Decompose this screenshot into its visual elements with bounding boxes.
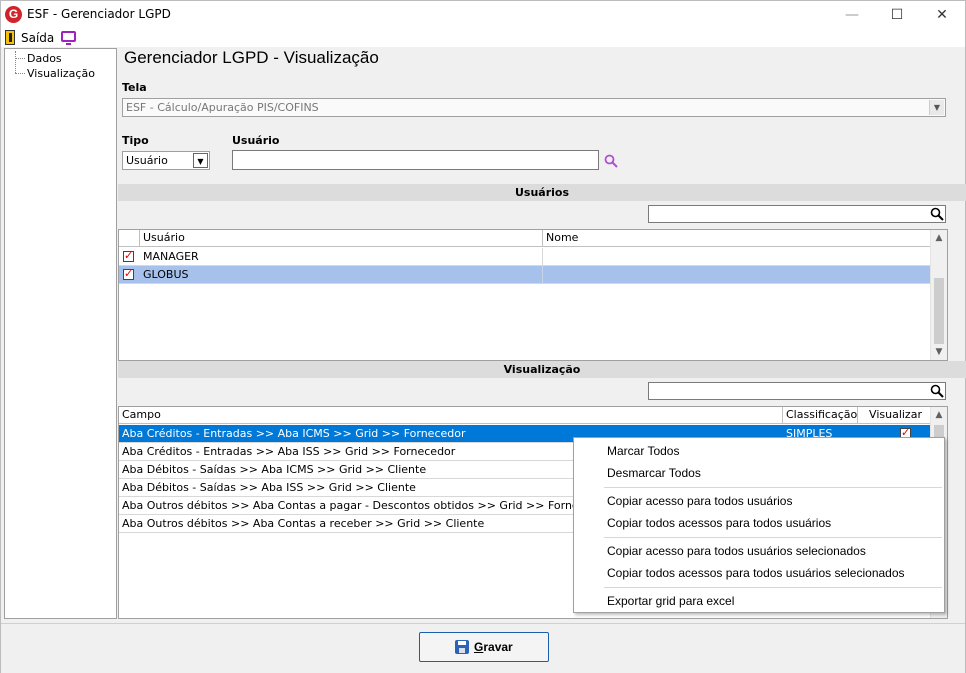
tipo-select[interactable]: Usuário ▼ xyxy=(122,151,210,170)
usuarios-grid-header: Usuário Nome xyxy=(119,230,947,247)
chevron-down-icon[interactable]: ▼ xyxy=(929,100,944,115)
row-checkbox[interactable] xyxy=(123,267,134,280)
app-window: G ESF - Gerenciador LGPD — ☐ ✕ Saída Dad… xyxy=(0,0,966,673)
context-menu: Marcar Todos Desmarcar Todos Copiar aces… xyxy=(573,437,945,613)
usuarios-vertical-scrollbar[interactable]: ▲ ▼ xyxy=(930,230,947,360)
row-checkbox[interactable] xyxy=(123,249,134,262)
menu-bar: Saída xyxy=(1,29,965,47)
exit-door-icon[interactable] xyxy=(5,30,15,45)
save-button-label: Gravar xyxy=(474,640,513,654)
visualizacao-grid-header: Campo Classificação Visualizar xyxy=(119,407,947,424)
scroll-up-icon[interactable]: ▲ xyxy=(931,407,947,423)
tipo-select-value: Usuário xyxy=(126,154,168,167)
table-row-selected[interactable]: GLOBUS xyxy=(119,266,931,284)
menu-separator xyxy=(604,487,942,488)
visualizacao-section-header: Visualização xyxy=(118,361,966,378)
tree-connector-line xyxy=(15,73,25,74)
tela-select-value: ESF - Cálculo/Apuração PIS/COFINS xyxy=(126,101,319,114)
column-header-classificacao[interactable]: Classificação xyxy=(783,407,858,424)
footer-bar: Gravar xyxy=(1,623,965,673)
column-header-campo[interactable]: Campo xyxy=(119,407,783,424)
menu-item-marcar-todos[interactable]: Marcar Todos xyxy=(607,444,679,458)
floppy-disk-icon xyxy=(455,640,469,654)
tree-item-visualizacao[interactable]: Visualização xyxy=(27,67,95,80)
tree-connector-line xyxy=(15,58,25,59)
scroll-up-icon[interactable]: ▲ xyxy=(931,230,947,246)
navigation-tree: Dados Visualização xyxy=(4,48,117,619)
scroll-down-icon[interactable]: ▼ xyxy=(931,344,947,360)
tree-item-dados[interactable]: Dados xyxy=(27,52,62,65)
tipo-label: Tipo xyxy=(122,134,149,147)
usuario-cell: MANAGER xyxy=(140,248,543,266)
column-header-visualizar[interactable]: Visualizar xyxy=(858,407,931,424)
visualizacao-search-input[interactable] xyxy=(648,382,946,400)
menu-separator xyxy=(604,537,942,538)
tela-label: Tela xyxy=(122,81,147,94)
table-row[interactable]: MANAGER xyxy=(119,248,931,266)
nome-cell xyxy=(543,248,931,266)
menu-item-copiar-acesso-selecionados[interactable]: Copiar acesso para todos usuários seleci… xyxy=(607,544,866,558)
menu-item-exportar-excel[interactable]: Exportar grid para excel xyxy=(607,594,734,608)
scroll-thumb[interactable] xyxy=(934,278,944,344)
usuario-input[interactable] xyxy=(232,150,599,170)
close-button[interactable]: ✕ xyxy=(919,1,965,29)
page-title: Gerenciador LGPD - Visualização xyxy=(124,48,379,67)
menu-item-copiar-todos-acessos-selecionados[interactable]: Copiar todos acessos para todos usuários… xyxy=(607,566,905,580)
window-title: ESF - Gerenciador LGPD xyxy=(27,7,171,21)
monitor-icon[interactable] xyxy=(61,31,76,45)
tree-connector-line xyxy=(15,51,16,73)
column-header-usuario[interactable]: Usuário xyxy=(140,230,543,247)
save-button[interactable]: Gravar xyxy=(419,632,549,662)
app-logo-icon: G xyxy=(5,6,22,23)
maximize-button[interactable]: ☐ xyxy=(874,1,920,29)
minimize-button[interactable]: — xyxy=(829,1,875,29)
usuario-search-icon[interactable] xyxy=(604,154,618,168)
exit-menu-item[interactable]: Saída xyxy=(21,31,54,45)
menu-separator xyxy=(604,587,942,588)
usuarios-search-icon[interactable] xyxy=(930,207,944,221)
usuario-label: Usuário xyxy=(232,134,280,147)
title-bar: G ESF - Gerenciador LGPD — ☐ ✕ xyxy=(1,1,965,29)
column-header-nome[interactable]: Nome xyxy=(543,230,931,247)
tela-select[interactable]: ESF - Cálculo/Apuração PIS/COFINS ▼ xyxy=(122,98,946,117)
menu-item-copiar-todos-acessos-todos[interactable]: Copiar todos acessos para todos usuários xyxy=(607,516,831,530)
usuarios-grid: Usuário Nome MANAGER GLOBUS ▲ ▼ xyxy=(118,229,948,361)
usuario-cell: GLOBUS xyxy=(140,266,543,284)
checkbox-column-header xyxy=(119,230,140,247)
chevron-down-icon[interactable]: ▼ xyxy=(193,153,208,168)
menu-item-desmarcar-todos[interactable]: Desmarcar Todos xyxy=(607,466,701,480)
nome-cell xyxy=(543,266,931,284)
visualizacao-search-icon[interactable] xyxy=(930,384,944,398)
usuarios-section-header: Usuários xyxy=(118,184,966,201)
menu-item-copiar-acesso-todos[interactable]: Copiar acesso para todos usuários xyxy=(607,494,792,508)
usuarios-search-input[interactable] xyxy=(648,205,946,223)
